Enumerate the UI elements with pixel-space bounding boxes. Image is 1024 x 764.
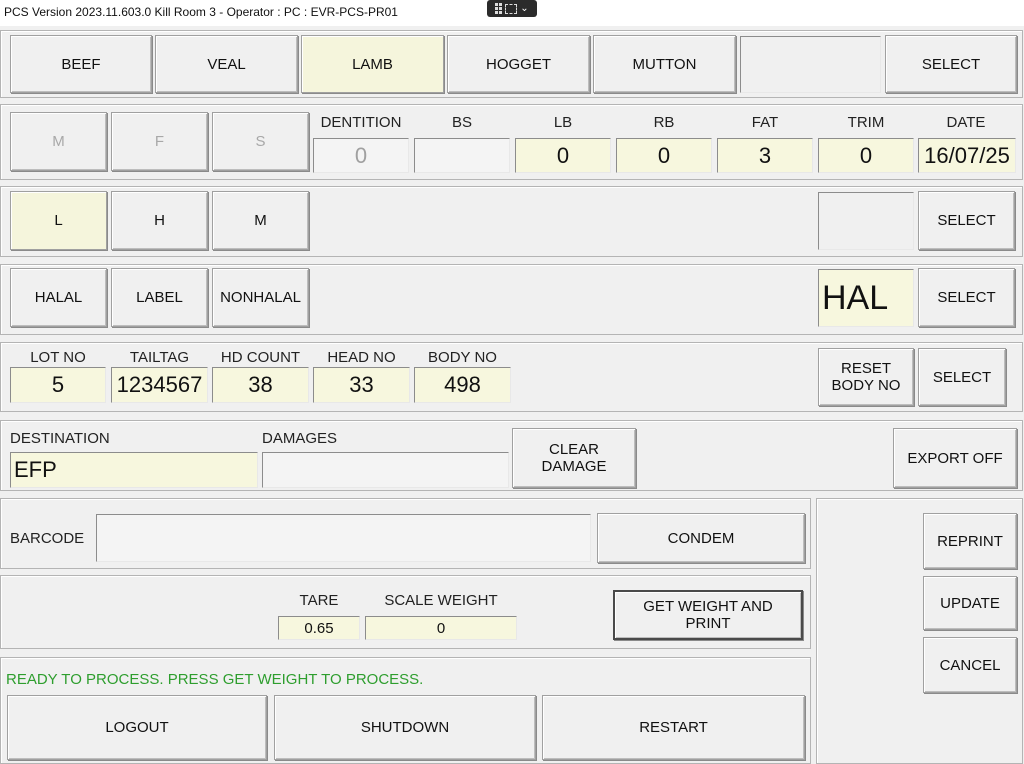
status-message: READY TO PROCESS. PRESS GET WEIGHT TO PR… — [6, 671, 424, 688]
class-display — [818, 192, 914, 250]
tailtag-label: TAILTAG — [129, 349, 190, 366]
reset-body-no-button[interactable]: RESET BODY NO — [818, 348, 914, 406]
destination-label: DESTINATION — [10, 430, 110, 447]
get-weight-line1: GET WEIGHT AND — [643, 598, 773, 615]
species-display — [740, 36, 881, 93]
rb-field[interactable]: 0 — [616, 138, 712, 173]
logout-button[interactable]: LOGOUT — [7, 695, 267, 760]
clear-damage-button[interactable]: CLEAR DAMAGE — [512, 428, 636, 488]
class-l-button[interactable]: L — [10, 191, 107, 250]
bs-field[interactable] — [414, 138, 510, 173]
export-off-button[interactable]: EXPORT OFF — [893, 428, 1017, 488]
window-title: PCS Version 2023.11.603.0 Kill Room 3 - … — [4, 5, 398, 19]
barcode-field[interactable] — [96, 514, 591, 562]
sex-m-button[interactable]: M — [10, 112, 107, 171]
date-field[interactable]: 16/07/25 — [918, 138, 1016, 173]
chevron-down-icon: ⌄ — [520, 3, 529, 14]
reset-line1: RESET — [840, 360, 891, 377]
dentition-label: DENTITION — [320, 114, 402, 131]
species-mutton-button[interactable]: MUTTON — [593, 35, 736, 93]
species-select-button[interactable]: SELECT — [885, 35, 1017, 93]
class-h-button[interactable]: H — [111, 191, 208, 250]
body-no-label: BODY NO — [428, 349, 497, 366]
bs-label: BS — [451, 114, 472, 131]
condem-button[interactable]: CONDEM — [597, 513, 805, 563]
head-no-field[interactable]: 33 — [313, 367, 410, 403]
destination-field[interactable]: EFP — [10, 452, 258, 488]
lb-field[interactable]: 0 — [515, 138, 611, 173]
class-m-button[interactable]: M — [212, 191, 309, 250]
tare-label: TARE — [299, 592, 339, 609]
damages-label: DAMAGES — [262, 430, 338, 447]
get-weight-and-print-button[interactable]: GET WEIGHT AND PRINT — [613, 590, 803, 640]
sex-f-button[interactable]: F — [111, 112, 208, 171]
restart-button[interactable]: RESTART — [542, 695, 805, 760]
dentition-field[interactable]: 0 — [313, 138, 409, 173]
fat-label: FAT — [751, 114, 779, 131]
rb-label: RB — [653, 114, 675, 131]
tare-field[interactable]: 0.65 — [278, 616, 360, 640]
halal-display: HAL — [818, 269, 914, 327]
species-hogget-button[interactable]: HOGGET — [447, 35, 590, 93]
fat-field[interactable]: 3 — [717, 138, 813, 173]
sex-s-button[interactable]: S — [212, 112, 309, 171]
reset-line2: BODY NO — [831, 377, 901, 394]
halal-select-button[interactable]: SELECT — [918, 268, 1015, 327]
hd-count-field[interactable]: 38 — [212, 367, 309, 403]
lb-label: LB — [553, 114, 573, 131]
species-beef-button[interactable]: BEEF — [10, 35, 152, 93]
clear-line1: CLEAR — [548, 441, 600, 458]
barcode-label: BARCODE — [10, 530, 85, 547]
label-button[interactable]: LABEL — [111, 268, 208, 327]
hd-count-label: HD COUNT — [220, 349, 301, 366]
lot-no-field[interactable]: 5 — [10, 367, 106, 403]
trim-field[interactable]: 0 — [818, 138, 914, 173]
update-button[interactable]: UPDATE — [923, 576, 1017, 630]
class-select-button[interactable]: SELECT — [918, 191, 1015, 250]
identity-select-button[interactable]: SELECT — [918, 348, 1006, 406]
trim-label: TRIM — [847, 114, 885, 131]
date-label: DATE — [946, 114, 986, 131]
shutdown-button[interactable]: SHUTDOWN — [274, 695, 536, 760]
scale-weight-label: SCALE WEIGHT — [384, 592, 498, 609]
damages-field[interactable] — [262, 452, 509, 488]
species-lamb-button[interactable]: LAMB — [301, 35, 444, 93]
window-mode-icon — [505, 3, 518, 14]
grid-icon — [495, 3, 503, 14]
clear-line2: DAMAGE — [541, 458, 607, 475]
cancel-button[interactable]: CANCEL — [923, 637, 1017, 693]
window-controls-widget[interactable]: ⌄ — [487, 0, 537, 17]
body-no-field[interactable]: 498 — [414, 367, 511, 403]
scale-weight-field[interactable]: 0 — [365, 616, 517, 640]
get-weight-line2: PRINT — [685, 615, 731, 632]
species-veal-button[interactable]: VEAL — [155, 35, 298, 93]
lot-no-label: LOT NO — [30, 349, 86, 366]
reprint-button[interactable]: REPRINT — [923, 513, 1017, 569]
tailtag-field[interactable]: 1234567 — [111, 367, 208, 403]
head-no-label: HEAD NO — [327, 349, 396, 366]
nonhalal-button[interactable]: NONHALAL — [212, 268, 309, 327]
halal-button[interactable]: HALAL — [10, 268, 107, 327]
